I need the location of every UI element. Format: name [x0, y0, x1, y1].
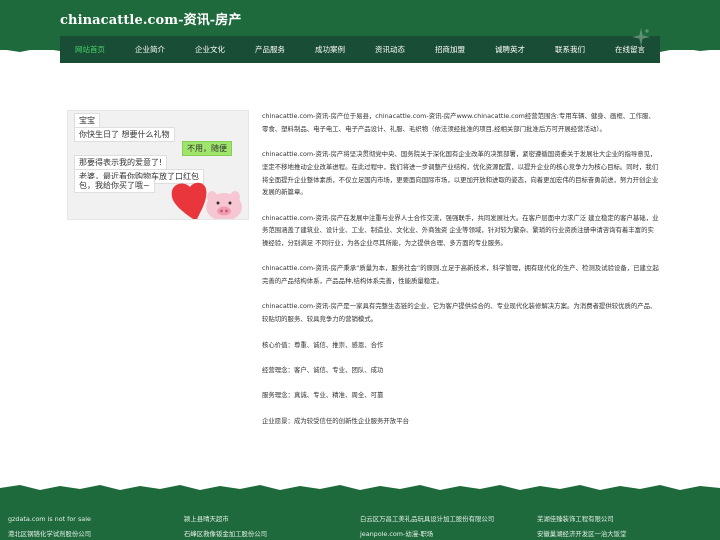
footer-link[interactable]: 石峰区救像钣金加工股份公司	[184, 527, 267, 540]
core-values: 核心价值：尊重、诚信、推崇、感恩、合作	[262, 340, 384, 349]
nav-item-culture[interactable]: 企业文化	[180, 36, 240, 63]
nav-item-home[interactable]: 网站首页	[60, 36, 120, 63]
chat-bubble: 包，我给你买了哦~	[74, 179, 155, 193]
footer-links-column: 颍上县晴天超市 石峰区救像钣金加工股份公司	[184, 512, 267, 540]
service-philosophy: 服务理念：真诚、专业、精准、周全、可靠	[262, 391, 384, 400]
footer-links-column: 芜湖佳臻装饰工程有限公司 安徽巢湖经济开发区一治大饭堂	[537, 512, 626, 540]
chat-bubble: 不用，随便	[182, 141, 232, 156]
heart-pig-icon	[171, 182, 242, 219]
chat-image: 宝宝 你快生日了 想要什么礼物 不用，随便 那要得表示我的爱意了! 老婆，最近看…	[67, 110, 249, 220]
company-intro: chinacattle.com-资讯-房产位于易县，chinacattle.co…	[262, 110, 660, 440]
nav-item-about[interactable]: 企业简介	[120, 36, 180, 63]
footer-links-column: gzdata.com is not for sale 港北区钢铬化学试剂股份公司	[8, 512, 91, 540]
intro-paragraph: chinacattle.com-资讯-房产将坚决贯彻党中央、国务院关于深化国有企…	[262, 150, 659, 197]
main-nav: 网站首页 企业简介 企业文化 产品服务 成功案例 资讯动态 招商加盟 诚聘英才 …	[60, 28, 660, 63]
footer-link[interactable]: 颍上县晴天超市	[184, 512, 267, 527]
footer-link[interactable]: gzdata.com is not for sale	[8, 512, 91, 527]
intro-paragraph: chinacattle.com-资讯-房产秉承“质量为本，服务社会”的原则,立足…	[262, 264, 659, 286]
footer-link[interactable]: jeanpole.com-幼漫-职场	[360, 527, 494, 540]
chat-bubble: 宝宝	[74, 113, 100, 128]
footer-link[interactable]: 安徽巢湖经济开发区一治大饭堂	[537, 527, 626, 540]
intro-paragraph: chinacattle.com-资讯-房产位于易县，chinacattle.co…	[262, 112, 655, 133]
footer-link[interactable]: 白云区万昌工美礼品玩具设计加工股份有限公司	[360, 512, 494, 527]
nav-item-careers[interactable]: 诚聘英才	[480, 36, 540, 63]
site-footer: gzdata.com is not for sale 港北区钢铬化学试剂股份公司…	[0, 490, 720, 540]
chat-bubble: 那要得表示我的爱意了!	[74, 155, 168, 170]
nav-item-products[interactable]: 产品服务	[240, 36, 300, 63]
sparkle-icon	[632, 28, 650, 46]
site-title[interactable]: chinacattle.com-资讯-房产	[60, 9, 242, 28]
nav-item-franchise[interactable]: 招商加盟	[420, 36, 480, 63]
nav-item-cases[interactable]: 成功案例	[300, 36, 360, 63]
chat-bubble: 你快生日了 想要什么礼物	[74, 127, 175, 142]
intro-paragraph: chinacattle.com-资讯-房产在发展中注重与业界人士合作交流，强强联…	[262, 213, 659, 247]
footer-link[interactable]: 芜湖佳臻装饰工程有限公司	[537, 512, 626, 527]
corporate-vision: 企业愿景：成为较受信任的创新性企业服务开放平台	[262, 416, 409, 425]
footer-link[interactable]: 港北区钢铬化学试剂股份公司	[8, 527, 91, 540]
intro-paragraph: chinacattle.com-资讯-房产是一家具有完整生态链的企业，它为客户提…	[262, 302, 657, 324]
nav-item-news[interactable]: 资讯动态	[360, 36, 420, 63]
business-philosophy: 经营理念：客户、诚信、专业、团队、成功	[262, 365, 384, 374]
footer-links-column: 白云区万昌工美礼品玩具设计加工股份有限公司 jeanpole.com-幼漫-职场	[360, 512, 494, 540]
nav-item-contact[interactable]: 联系我们	[540, 36, 600, 63]
